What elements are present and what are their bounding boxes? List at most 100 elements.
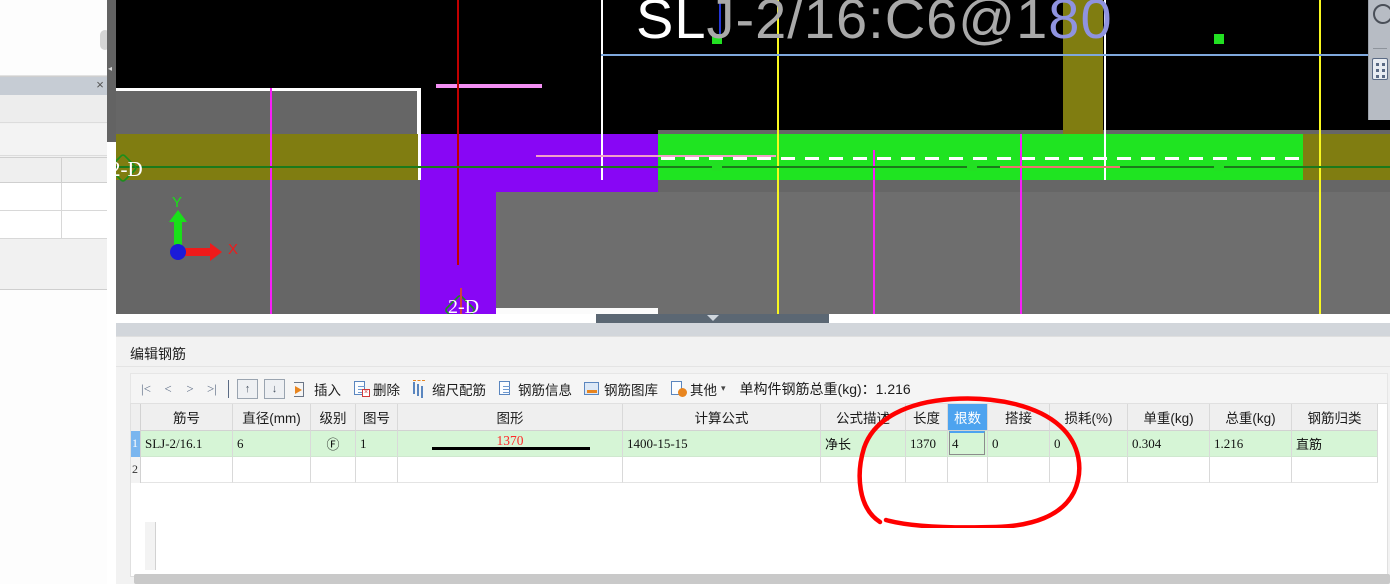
cell-tuhao[interactable]: [356, 457, 398, 483]
cell-classify[interactable]: [1292, 457, 1378, 483]
left-panel-cell-value[interactable]: [62, 183, 110, 211]
column-header-shape[interactable]: 图形: [398, 404, 623, 431]
other-menu-button[interactable]: 其他 ▾: [664, 376, 732, 402]
left-panel-grid-row[interactable]: [0, 211, 110, 239]
row-gutter-selected[interactable]: 1: [131, 431, 141, 457]
scale-ruler-icon: [412, 380, 429, 397]
cell-level[interactable]: Ⓕ: [311, 431, 356, 457]
row-gutter-header: [131, 404, 141, 431]
cad-canvas[interactable]: SLJ-2/16:C6@180 2-D 2-D Y X: [116, 0, 1390, 314]
grip-node[interactable]: [1214, 161, 1224, 171]
cell-formula[interactable]: 1400-15-15: [623, 431, 821, 457]
cell-length[interactable]: 1370: [906, 431, 948, 457]
cell-formula[interactable]: [623, 457, 821, 483]
bottom-status-bar: [134, 574, 1390, 584]
cell-count[interactable]: [948, 457, 988, 483]
cell-loss[interactable]: 0: [1050, 431, 1128, 457]
cell-lap[interactable]: 0: [988, 431, 1050, 457]
delete-button[interactable]: × 删除: [347, 376, 406, 402]
left-panel-cell-value[interactable]: [62, 211, 110, 239]
column-header-lap[interactable]: 搭接: [988, 404, 1050, 431]
cell-lap[interactable]: [988, 457, 1050, 483]
left-panel-cell-label[interactable]: 图: [0, 183, 62, 211]
shape-straight-bar-icon: [432, 447, 590, 450]
cell-diameter[interactable]: 6: [233, 431, 311, 457]
column-header-tuhao[interactable]: 图号: [356, 404, 398, 431]
cell-length[interactable]: [906, 457, 948, 483]
cell-jinhao[interactable]: [141, 457, 233, 483]
properties-panel-icon[interactable]: [1372, 58, 1388, 80]
grid-marker-left[interactable]: 2-D: [116, 152, 194, 184]
column-header-desc[interactable]: 公式描述: [821, 404, 906, 431]
beam-olive-right: [1303, 134, 1390, 180]
row-gutter[interactable]: 2: [131, 457, 141, 483]
rebar-grid[interactable]: 筋号 直径(mm) 级别 图号 图形 计算公式 公式描述 长度 根数 搭接 损耗…: [130, 403, 1388, 577]
cell-shape[interactable]: [398, 457, 623, 483]
grid-empty-area[interactable]: [145, 522, 1387, 576]
column-header-jinhao[interactable]: 筋号: [141, 404, 233, 431]
column-header-diameter[interactable]: 直径(mm): [233, 404, 311, 431]
table-row[interactable]: 1 SLJ-2/16.1 6 Ⓕ 1 1370 1400-15-15 净长 13…: [131, 431, 1387, 457]
prev-record-button[interactable]: <: [157, 377, 179, 401]
next-record-button[interactable]: >: [179, 377, 201, 401]
left-panel-grid-header: [0, 157, 110, 183]
grid-marker-bottom[interactable]: 2-D: [436, 288, 496, 314]
grid-line-salmon: [1000, 166, 1120, 168]
column-header-classify[interactable]: 钢筋归类: [1292, 404, 1378, 431]
insert-button-label: 插入: [314, 382, 341, 398]
scale-rebar-button[interactable]: 缩尺配筋: [406, 376, 492, 402]
rebar-dashed-line: [661, 157, 1301, 160]
circle-tool-icon[interactable]: [1373, 4, 1390, 24]
cell-desc[interactable]: 净长: [821, 431, 906, 457]
column-header-loss[interactable]: 损耗(%): [1050, 404, 1128, 431]
cell-classify[interactable]: 直筋: [1292, 431, 1378, 457]
grip-node[interactable]: [1214, 34, 1224, 44]
chevron-left-icon[interactable]: ◂: [108, 64, 115, 74]
canvas-right-toolbar[interactable]: [1368, 0, 1390, 120]
last-record-button[interactable]: >|: [201, 377, 223, 401]
insert-button[interactable]: 插入: [288, 376, 347, 402]
cell-count-selected[interactable]: 4: [948, 431, 988, 457]
grip-node[interactable]: [712, 161, 722, 171]
rebar-info-button[interactable]: 钢筋信息: [492, 376, 578, 402]
ucs-origin-icon: [170, 244, 186, 260]
editor-toolbar: |< < > >| ↑ ↓ 插入 × 删除 缩尺配筋 钢筋信息 钢筋图库 其他 …: [130, 373, 1388, 403]
slab-lower-left: [496, 192, 658, 314]
cell-loss[interactable]: [1050, 457, 1128, 483]
move-down-button[interactable]: ↓: [264, 378, 285, 399]
cell-total-weight[interactable]: 1.216: [1210, 431, 1292, 457]
grid-line-pink: [536, 155, 776, 157]
library-icon: [584, 380, 601, 397]
cell-unit-weight[interactable]: [1128, 457, 1210, 483]
first-record-button[interactable]: |<: [135, 377, 157, 401]
column-header-count[interactable]: 根数: [948, 404, 988, 431]
grip-node[interactable]: [967, 161, 977, 171]
editor-titlebar: 编辑钢筋: [116, 337, 1390, 367]
cell-shape[interactable]: 1370: [398, 431, 623, 457]
table-row[interactable]: 2: [131, 457, 1387, 483]
column-header-length[interactable]: 长度: [906, 404, 948, 431]
column-header-formula[interactable]: 计算公式: [623, 404, 821, 431]
column-header-total-weight[interactable]: 总重(kg): [1210, 404, 1292, 431]
rebar-label-part-4: 8: [1048, 0, 1081, 50]
splitter-collapse-handle[interactable]: [596, 314, 829, 323]
outline-top-white: [116, 88, 420, 91]
close-icon[interactable]: ×: [93, 78, 107, 92]
column-header-level[interactable]: 级别: [311, 404, 356, 431]
cell-total-weight[interactable]: [1210, 457, 1292, 483]
cell-level[interactable]: [311, 457, 356, 483]
cell-unit-weight[interactable]: 0.304: [1128, 431, 1210, 457]
cell-desc[interactable]: [821, 457, 906, 483]
grid-marker-left-label: 2-D: [116, 157, 143, 181]
left-panel-cell-label[interactable]: [0, 211, 62, 239]
rebar-library-button[interactable]: 钢筋图库: [578, 376, 664, 402]
axis-line-magenta-right: [1020, 134, 1022, 314]
rebar-label-part-5: 0: [1080, 0, 1113, 50]
cell-jinhao[interactable]: SLJ-2/16.1: [141, 431, 233, 457]
left-panel-grid-row[interactable]: 图: [0, 183, 110, 211]
move-up-button[interactable]: ↑: [237, 378, 258, 399]
cell-tuhao[interactable]: 1: [356, 431, 398, 457]
column-header-unit-weight[interactable]: 单重(kg): [1128, 404, 1210, 431]
ucs-x-axis: [182, 248, 212, 256]
cell-diameter[interactable]: [233, 457, 311, 483]
